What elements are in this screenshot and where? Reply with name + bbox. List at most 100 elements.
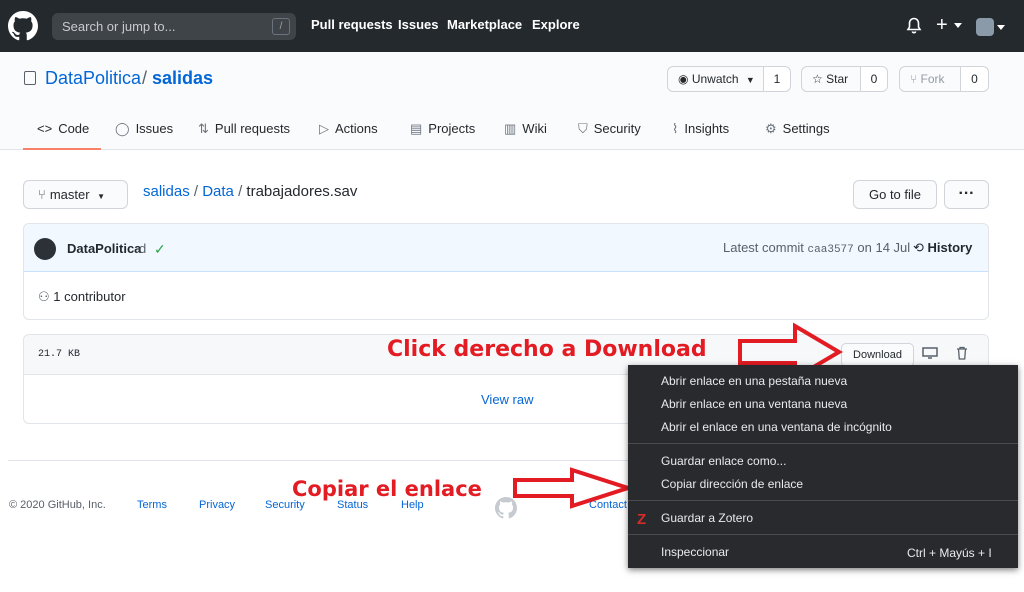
search-placeholder: Search or jump to...	[62, 19, 176, 34]
tab-settings[interactable]: ⚙ Settings	[765, 121, 830, 137]
chevron-down-icon[interactable]	[954, 23, 962, 28]
context-menu-divider	[628, 500, 1018, 501]
fork-icon: ⑂	[910, 72, 918, 86]
book-icon: ▥	[504, 121, 517, 136]
footer-copyright: © 2020 GitHub, Inc.	[9, 499, 106, 511]
context-menu-divider	[628, 534, 1018, 535]
unwatch-button[interactable]: ◉ Unwatch ▼	[667, 66, 764, 92]
commit-message-link[interactable]: d	[139, 241, 146, 256]
star-icon: ☆	[812, 72, 823, 86]
check-icon[interactable]: ✓	[154, 241, 166, 258]
unwatch-label: Unwatch	[691, 72, 739, 86]
tab-security[interactable]: ⛉ Security	[578, 121, 641, 137]
fork-button[interactable]: ⑂ Fork	[899, 66, 961, 92]
repo-name-link[interactable]: salidas	[152, 68, 213, 89]
author-avatar[interactable]	[34, 238, 56, 260]
more-options-button[interactable]: ···	[944, 180, 989, 209]
branch-icon: ⑂	[38, 187, 46, 202]
create-new-plus-icon[interactable]: +	[936, 13, 948, 37]
history-link[interactable]: ⟲ History	[913, 240, 972, 256]
github-logo-icon[interactable]	[8, 11, 38, 41]
file-size: 21.7 KB	[38, 349, 81, 360]
star-count[interactable]: 0	[861, 66, 888, 92]
tab-label: Actions	[335, 121, 378, 136]
people-icon: ⚇	[38, 289, 50, 304]
tab-label: Settings	[782, 121, 830, 136]
pull-request-icon: ⇅	[198, 121, 209, 136]
nav-pull-requests[interactable]: Pull requests	[311, 17, 393, 32]
notification-bell-icon[interactable]	[906, 17, 922, 35]
tab-issues[interactable]: ◯ Issues	[115, 121, 173, 137]
search-shortcut-hint: /	[272, 18, 290, 35]
code-icon: <>	[37, 121, 53, 136]
breadcrumb-repo-link[interactable]: salidas	[143, 183, 190, 200]
breadcrumb: salidas / Data / trabajadores.sav	[143, 183, 357, 200]
chevron-down-icon[interactable]	[997, 25, 1005, 30]
search-input[interactable]: Search or jump to... /	[52, 13, 296, 40]
tab-code[interactable]: <> Code	[37, 121, 89, 136]
fork-label: Fork	[920, 72, 945, 86]
tab-label: Insights	[684, 121, 730, 136]
footer-link-terms[interactable]: Terms	[137, 499, 167, 511]
tab-insights[interactable]: ⌇ Insights	[672, 121, 729, 137]
breadcrumb-folder-link[interactable]: Data	[202, 183, 234, 200]
desktop-icon[interactable]	[922, 347, 938, 359]
context-menu-item-open-new-window[interactable]: Abrir enlace en una ventana nueva	[661, 397, 847, 411]
active-tab-indicator	[23, 148, 101, 150]
context-menu-divider	[628, 443, 1018, 444]
repo-path-separator: /	[142, 68, 148, 88]
tab-wiki[interactable]: ▥ Wiki	[504, 121, 547, 137]
chevron-down-icon: ▼	[745, 75, 755, 85]
download-button[interactable]: Download	[841, 343, 914, 367]
tab-label: Pull requests	[214, 121, 291, 136]
tab-actions[interactable]: ▷ Actions	[319, 121, 378, 137]
context-menu-item-open-new-tab[interactable]: Abrir enlace en una pestaña nueva	[661, 374, 847, 388]
shield-icon: ⛉	[578, 121, 588, 136]
watch-count[interactable]: 1	[764, 66, 791, 92]
annotation-download-hint: Click derecho a Download	[387, 337, 707, 362]
inspect-shortcut: Ctrl + Mayús + I	[907, 546, 992, 560]
eye-icon: ◉	[678, 72, 689, 86]
contributors-label: 1 contributor	[53, 289, 126, 304]
trash-icon[interactable]	[956, 346, 968, 360]
go-to-file-button[interactable]: Go to file	[853, 180, 937, 209]
project-icon: ▤	[410, 121, 423, 136]
graph-icon: ⌇	[672, 121, 679, 136]
contributors-link[interactable]: ⚇ 1 contributor	[38, 289, 126, 305]
branch-selector-button[interactable]: ⑂ master ▼	[23, 180, 128, 209]
context-menu-item-inspect[interactable]: Inspeccionar	[661, 545, 729, 559]
star-label: Star	[826, 72, 849, 86]
breadcrumb-current-file: trabajadores.sav	[246, 183, 358, 200]
nav-marketplace[interactable]: Marketplace	[447, 17, 522, 32]
history-label: History	[927, 240, 973, 255]
history-icon: ⟲	[913, 240, 924, 255]
repo-icon	[24, 71, 36, 85]
zotero-icon: Z	[637, 511, 647, 528]
branch-name: master	[49, 187, 90, 202]
tab-pull-requests[interactable]: ⇅ Pull requests	[198, 121, 290, 137]
user-avatar[interactable]	[976, 18, 994, 36]
nav-explore[interactable]: Explore	[532, 17, 580, 32]
latest-commit-info: Latest commit caa3577 on 14 Jul	[723, 240, 910, 256]
star-button[interactable]: ☆ Star	[801, 66, 861, 92]
fork-count[interactable]: 0	[961, 66, 989, 92]
commit-sha-link[interactable]: caa3577	[808, 244, 854, 256]
tab-projects[interactable]: ▤ Projects	[410, 121, 475, 137]
footer-link-privacy[interactable]: Privacy	[199, 499, 235, 511]
tab-label: Wiki	[522, 121, 547, 136]
context-menu-item-save-to-zotero[interactable]: Guardar a Zotero	[661, 511, 753, 525]
commit-author-link[interactable]: DataPolitica	[67, 241, 141, 256]
repo-owner-link[interactable]: DataPolitica	[45, 68, 141, 89]
annotation-arrow-right-icon	[513, 467, 632, 509]
context-menu-item-save-link[interactable]: Guardar enlace como...	[661, 454, 786, 468]
view-raw-link[interactable]: View raw	[481, 392, 534, 407]
latest-commit-label: Latest commit	[723, 240, 804, 255]
context-menu-item-open-incognito[interactable]: Abrir el enlace en una ventana de incógn…	[661, 420, 892, 434]
chevron-down-icon: ▼	[97, 192, 106, 201]
nav-issues[interactable]: Issues	[398, 17, 438, 32]
play-icon: ▷	[319, 121, 329, 136]
tab-label: Issues	[135, 121, 174, 136]
context-menu-item-copy-link-address[interactable]: Copiar dirección de enlace	[661, 477, 803, 491]
issue-icon: ◯	[115, 121, 130, 136]
tab-label: Projects	[428, 121, 476, 136]
